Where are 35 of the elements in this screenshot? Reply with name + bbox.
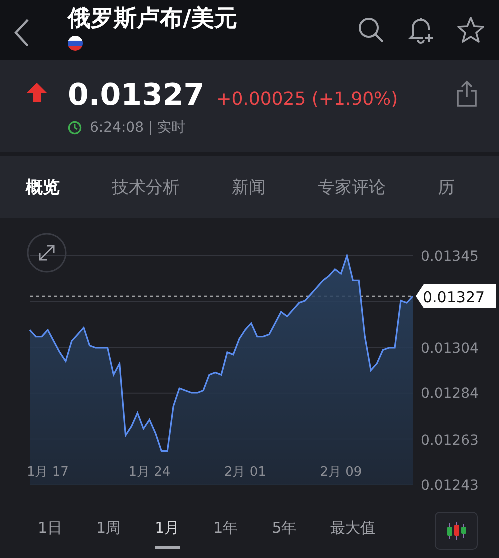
search-icon[interactable] [357, 16, 385, 44]
flag-icon [68, 36, 83, 51]
axis-label: 2月 09 [320, 465, 362, 480]
axis-label: 1月 24 [128, 465, 171, 480]
axis-label: 0.01243 [421, 478, 479, 494]
candlestick-button[interactable] [435, 512, 478, 550]
price: 0.01327 [68, 78, 205, 113]
expand-button[interactable] [27, 233, 67, 273]
price-tag: 0.01327 [416, 284, 496, 308]
axis-label: 0.01284 [421, 386, 479, 402]
range-tab[interactable]: 1日 [38, 513, 63, 549]
range-tab[interactable]: 最大值 [330, 513, 376, 549]
axis-label: 0.01304 [421, 341, 479, 358]
axis-label: 0.01263 [421, 433, 479, 450]
candlestick-icon [444, 520, 468, 542]
tab[interactable]: 技术分析 [112, 172, 180, 202]
star-icon[interactable] [457, 16, 485, 44]
tab[interactable]: 概览 [26, 172, 60, 202]
tab[interactable]: 历 [438, 172, 455, 202]
tab[interactable]: 专家评论 [318, 172, 386, 202]
axis-label: 2月 01 [224, 465, 266, 480]
range-tab[interactable]: 1月 [155, 513, 180, 549]
clock-icon [68, 121, 82, 135]
page-title: 俄罗斯卢布/美元 [68, 4, 238, 34]
update-time: 6:24:08 | 实时 [90, 119, 186, 137]
bell-plus-icon[interactable] [407, 16, 435, 44]
tab[interactable]: 新闻 [232, 172, 266, 202]
ref-line-label: 0.01327 [423, 288, 486, 306]
price-change: +0.00025 (+1.90%) [216, 89, 398, 110]
range-tab[interactable]: 1年 [214, 513, 238, 549]
range-tab[interactable]: 1周 [96, 513, 122, 549]
axis-label: 1月 17 [26, 465, 69, 480]
share-icon[interactable] [455, 80, 479, 108]
range-tab[interactable]: 5年 [272, 513, 297, 549]
axis-label: 0.01345 [421, 249, 479, 265]
